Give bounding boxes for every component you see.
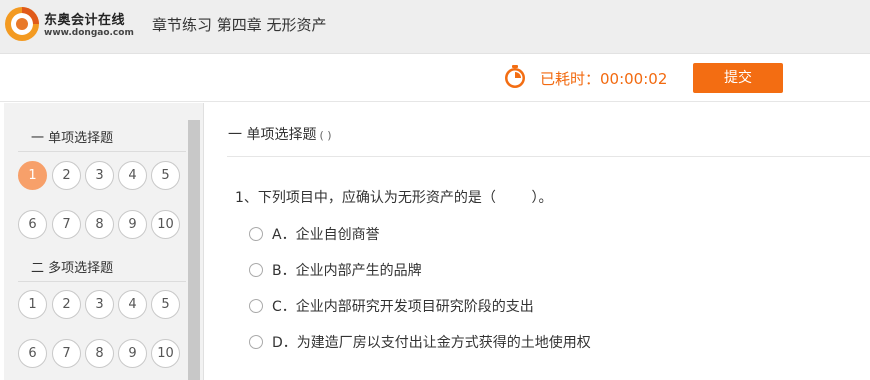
question-panel: 一 单项选择题( ) 1、下列项目中，应确认为无形资产的是（ ）。 A．企业自创… (205, 103, 870, 380)
question-number-button[interactable]: 9 (118, 210, 147, 239)
question-number-button[interactable]: 2 (52, 290, 81, 319)
timer-bar: 已耗时：00:00:02 提交 (0, 55, 870, 102)
radio-button[interactable] (249, 263, 263, 277)
page-title: 章节练习 第四章 无形资产 (152, 16, 327, 34)
question-number-button[interactable]: 7 (52, 210, 81, 239)
question-number-button[interactable]: 6 (18, 339, 47, 368)
dongao-logo-icon (5, 7, 39, 41)
radio-button[interactable] (249, 227, 263, 241)
section-divider (18, 281, 186, 282)
question-number-button[interactable]: 5 (151, 290, 180, 319)
section-heading: 一 单项选择题( ) (228, 124, 332, 144)
question-number-button[interactable]: 2 (52, 161, 81, 190)
question-number-button[interactable]: 5 (151, 161, 180, 190)
answer-option-c[interactable]: C．企业内部研究开发项目研究阶段的支出 (249, 296, 534, 318)
logo-chinese-text: 东奥会计在线 (44, 13, 126, 28)
question-number-button[interactable]: 3 (85, 290, 114, 319)
answer-option-a[interactable]: A．企业自创商誉 (249, 224, 380, 246)
option-label: D．为建造厂房以支付出让金方式获得的土地使用权 (272, 335, 591, 351)
clock-icon (505, 65, 525, 88)
radio-button[interactable] (249, 299, 263, 313)
answer-option-b[interactable]: B．企业内部产生的品牌 (249, 260, 422, 282)
dongao-logo[interactable]: 东奥会计在线 www.dongao.com (4, 4, 144, 46)
option-label: A．企业自创商誉 (272, 227, 380, 243)
logo-url-text: www.dongao.com (44, 28, 134, 38)
section-heading-paren: ( ) (319, 129, 332, 142)
question-number-button[interactable]: 4 (118, 161, 147, 190)
elapsed-time: 已耗时：00:00:02 (540, 70, 668, 88)
section-heading-text: 一 单项选择题 (228, 127, 317, 143)
section-divider (18, 151, 186, 152)
app-header: 东奥会计在线 www.dongao.com 章节练习 第四章 无形资产 (0, 0, 870, 54)
question-number-button[interactable]: 8 (85, 210, 114, 239)
question-number-button[interactable]: 4 (118, 290, 147, 319)
question-number-button[interactable]: 10 (151, 339, 180, 368)
answer-option-d[interactable]: D．为建造厂房以支付出让金方式获得的土地使用权 (249, 332, 591, 354)
question-number-button[interactable]: 6 (18, 210, 47, 239)
submit-button[interactable]: 提交 (693, 63, 783, 93)
sidebar-scrollbar[interactable] (188, 120, 200, 380)
heading-divider (227, 156, 870, 157)
question-number-button[interactable]: 1 (18, 290, 47, 319)
option-label: C．企业内部研究开发项目研究阶段的支出 (272, 299, 534, 315)
section-title-multiple-choice: 二 多项选择题 (31, 261, 114, 276)
question-number-button[interactable]: 10 (151, 210, 180, 239)
radio-button[interactable] (249, 335, 263, 349)
section-title-single-choice: 一 单项选择题 (31, 131, 114, 146)
question-nav-sidebar: 一 单项选择题 1 2 3 4 5 6 7 8 9 10 二 多项选择题 1 2… (4, 103, 204, 380)
question-number-button[interactable]: 1 (18, 161, 47, 190)
question-stem: 1、下列项目中，应确认为无形资产的是（ ）。 (235, 190, 553, 206)
option-label: B．企业内部产生的品牌 (272, 263, 422, 279)
question-number-button[interactable]: 3 (85, 161, 114, 190)
question-number-button[interactable]: 9 (118, 339, 147, 368)
question-number-button[interactable]: 7 (52, 339, 81, 368)
question-number-button[interactable]: 8 (85, 339, 114, 368)
